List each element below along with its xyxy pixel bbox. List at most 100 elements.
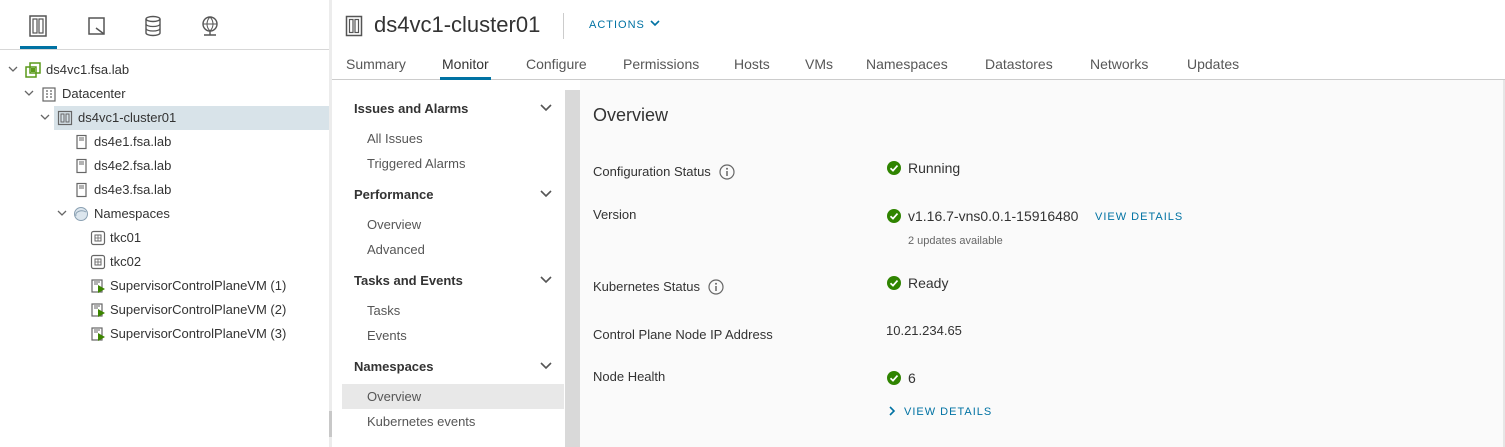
tab-permissions[interactable]: Permissions [623,56,699,80]
cluster-icon [57,110,73,126]
chevron-down-icon[interactable] [40,112,50,122]
tab-datastores[interactable]: Datastores [985,56,1053,80]
tab-namespaces[interactable]: Namespaces [866,56,948,80]
tree-node-vm[interactable]: SupervisorControlPlaneVM (1) [0,274,330,298]
subnav-item-tasks[interactable]: Tasks [342,298,564,323]
node-health-view-details-link[interactable]: VIEW DETAILS [888,406,992,418]
tree-node-namespace[interactable]: tkc02 [0,250,330,274]
subnav-item-label: Advanced [367,242,425,257]
info-icon[interactable] [708,279,724,295]
subnav-item-label: Kubernetes events [367,414,476,429]
tree-node-datacenter[interactable]: Datacenter [0,82,330,106]
vcenter-icon [25,62,41,78]
host-icon [76,182,87,198]
subnav-item-label: All Issues [367,131,423,146]
k8s-status-label: Kubernetes Status [593,279,724,295]
subnav-item-ns-overview[interactable]: Overview [342,384,564,409]
object-tabs: Summary Monitor Configure Permissions Ho… [332,50,1505,80]
hosts-clusters-icon [29,15,47,37]
view-details-text: VIEW DETAILS [904,406,993,418]
subnav-item-events[interactable]: Events [342,323,564,348]
tab-monitor[interactable]: Monitor [440,56,491,80]
cp-ip-value: 10.21.234.65 [886,323,962,338]
header-divider [563,13,564,39]
tree-node-vcenter[interactable]: ds4vc1.fsa.lab [0,58,330,82]
tree-label: ds4vc1.fsa.lab [46,62,130,77]
tree-label: ds4vc1-cluster01 [78,110,177,125]
cluster-icon [345,15,363,37]
subnav-item-perf-overview[interactable]: Overview [342,212,564,237]
check-circle-icon [887,276,901,290]
subnav-group-namespaces[interactable]: Namespaces [354,359,434,374]
tab-configure[interactable]: Configure [526,56,587,80]
subnav-item-label: Triggered Alarms [367,156,466,171]
subnav-item-label: Overview [367,217,422,232]
k8s-status-text: Ready [908,275,949,291]
subnav-scrollbar[interactable] [565,90,580,447]
tab-summary[interactable]: Summary [346,56,406,80]
chevron-down-icon[interactable] [540,362,552,370]
cp-ip-label: Control Plane Node IP Address [593,327,773,342]
config-status-label: Configuration Status [593,164,735,180]
vms-templates-tab[interactable] [86,14,108,38]
subnav-item-label: Events [367,328,407,343]
chevron-down-icon[interactable] [540,190,552,198]
info-icon[interactable] [719,164,735,180]
subnav-group-performance[interactable]: Performance [354,187,433,202]
chevron-down-icon[interactable] [540,104,552,112]
chevron-down-icon[interactable] [8,64,18,74]
tree-node-host[interactable]: ds4e1.fsa.lab [0,130,330,154]
inventory-tabs [0,0,330,50]
tree-label: tkc02 [110,254,142,269]
networking-tab[interactable] [199,14,221,38]
tree-label: SupervisorControlPlaneVM (1) [110,278,287,293]
tree-node-vm[interactable]: SupervisorControlPlaneVM (2) [0,298,330,322]
monitor-subnav: Issues and Alarms All Issues Triggered A… [342,90,564,447]
storage-tab[interactable] [142,14,164,38]
splitter-handle[interactable] [329,411,332,437]
vms-templates-icon [88,17,105,35]
tree-label: ds4e1.fsa.lab [94,134,172,149]
check-circle-icon [887,209,901,223]
tree-label: SupervisorControlPlaneVM (3) [110,326,287,341]
subnav-item-all-issues[interactable]: All Issues [342,126,564,151]
version-view-details-link[interactable]: VIEW DETAILS [1095,211,1183,223]
overview-title: Overview [593,105,669,125]
subnav-item-label: Tasks [367,303,401,318]
subnav-group-tasks-events[interactable]: Tasks and Events [354,273,463,288]
tree-label: tkc01 [110,230,142,245]
subnav-item-perf-advanced[interactable]: Advanced [342,237,564,262]
hosts-clusters-tab[interactable] [20,14,57,49]
tree-node-cluster[interactable]: ds4vc1-cluster01 [40,106,329,130]
tree-node-host[interactable]: ds4e3.fsa.lab [0,178,330,202]
tree-label: Datacenter [62,86,126,101]
actions-label: ACTIONS [589,19,645,31]
tree-node-host[interactable]: ds4e2.fsa.lab [0,154,330,178]
version-text: v1.16.7-vns0.0.1-15916480 [908,208,1079,224]
k8s-status-label-text: Kubernetes Status [593,279,700,294]
tab-vms[interactable]: VMs [805,56,833,80]
subnav-group-issues[interactable]: Issues and Alarms [354,101,468,116]
tree-node-namespace[interactable]: tkc01 [0,226,330,250]
chevron-down-icon[interactable] [57,208,67,218]
config-status-text: Running [908,160,961,176]
version-value: v1.16.7-vns0.0.1-15916480 [887,208,1078,224]
chevron-down-icon[interactable] [540,276,552,284]
actions-menu-button[interactable]: ACTIONS [589,19,660,31]
tab-hosts[interactable]: Hosts [734,56,770,80]
node-health-label: Node Health [593,369,666,384]
tree-node-vm[interactable]: SupervisorControlPlaneVM (3) [0,322,330,346]
tree-label: ds4e3.fsa.lab [94,182,172,197]
version-label: Version [593,207,637,222]
page-title: ds4vc1-cluster01 [374,12,541,37]
subnav-item-triggered-alarms[interactable]: Triggered Alarms [342,151,564,176]
chevron-down-icon[interactable] [24,88,34,98]
tree-label: Namespaces [94,206,170,221]
vm-running-icon [91,279,105,293]
overview-panel: Overview Configuration Status Running Ve… [580,80,1505,447]
k8s-status-value: Ready [887,275,948,291]
tab-updates[interactable]: Updates [1187,56,1239,80]
tab-networks[interactable]: Networks [1090,56,1148,80]
tree-node-namespaces[interactable]: Namespaces [0,202,330,226]
subnav-item-k8s-events[interactable]: Kubernetes events [342,409,564,434]
